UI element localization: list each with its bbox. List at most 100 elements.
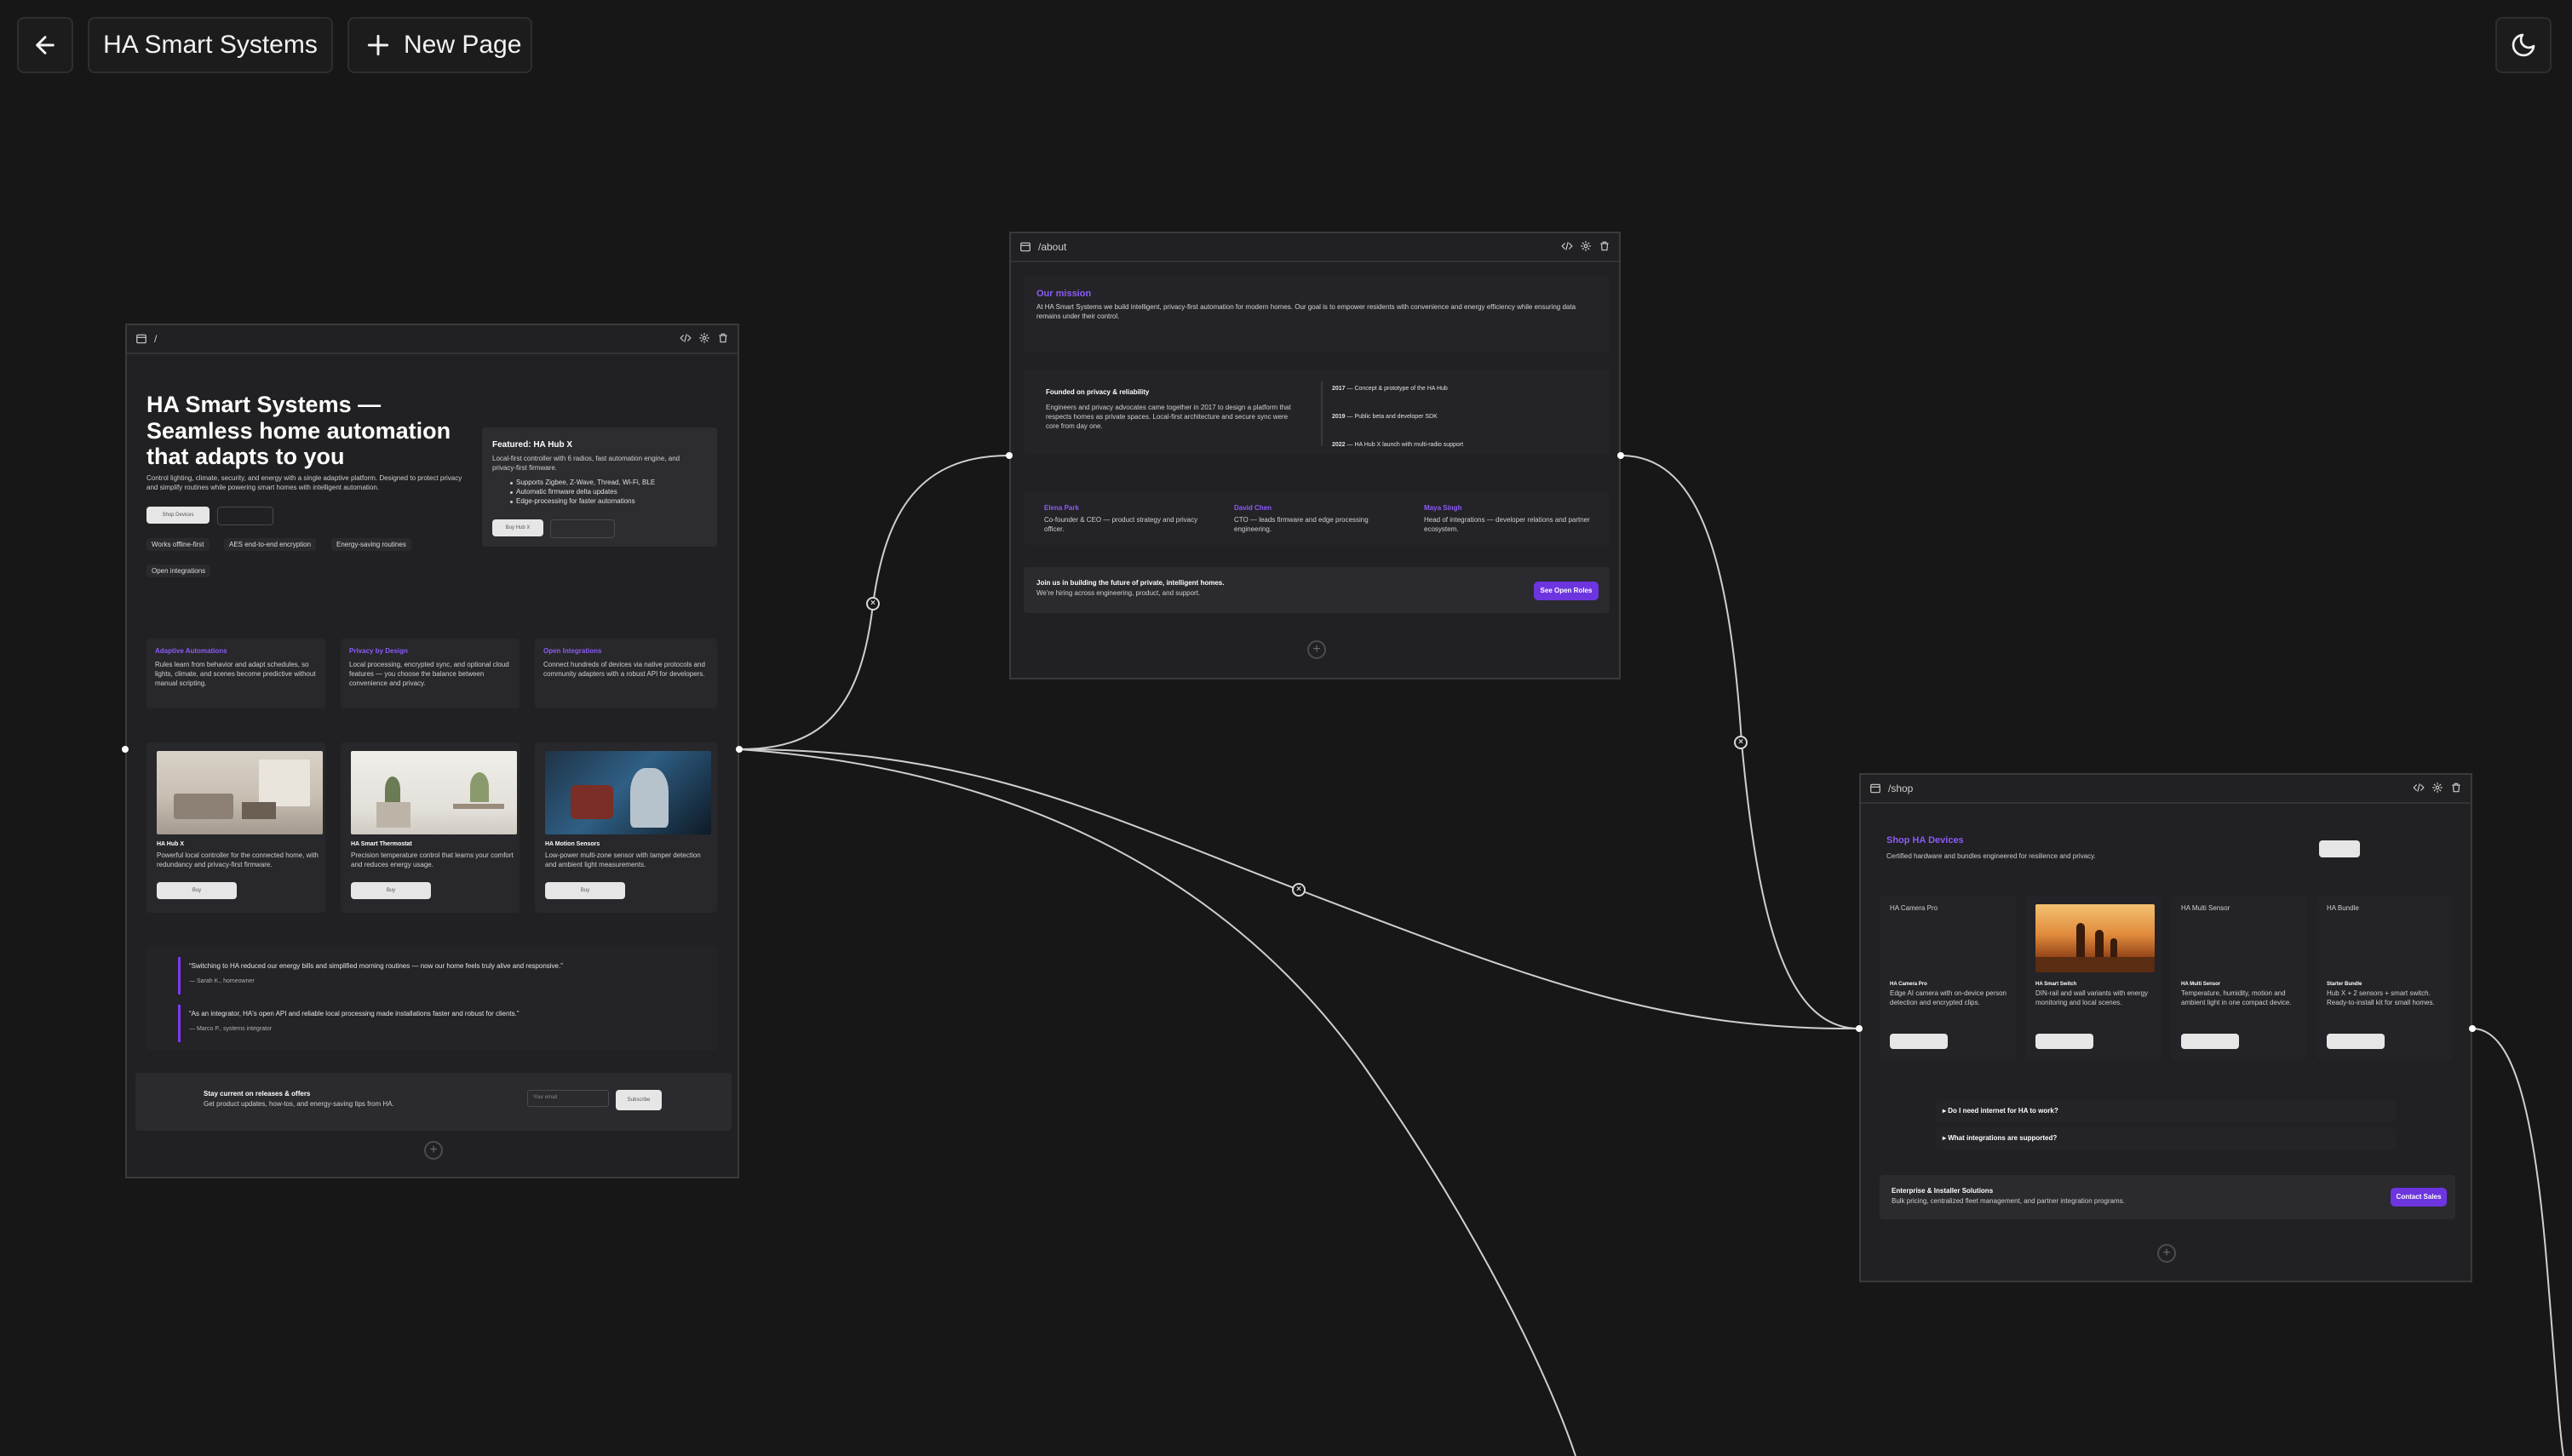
shop-product-card: HA Smart Switch DIN-rail and wall varian… [2025,896,2162,1059]
add-to-cart-button[interactable] [1890,1034,1948,1049]
feature-title: Adaptive Automations [155,647,227,655]
node-handle-right[interactable] [2469,1025,2476,1032]
node-handle-left[interactable] [122,746,129,753]
page-node-shop[interactable]: /shop Shop HA Devices Certified hardware… [1859,773,2472,1282]
settings-icon[interactable] [1580,240,1592,255]
edge-home-offscreen [738,748,1576,1456]
node-handle-left[interactable] [1006,452,1013,459]
founded-section: Founded on privacy & reliability Enginee… [1024,370,1610,455]
shop-product-card: HA Camera Pro HA Camera Pro Edge AI came… [1880,896,2016,1059]
testimonial-quote: “As an integrator, HA's open API and rel… [189,1010,520,1017]
see-open-roles-button[interactable]: See Open Roles [1534,582,1599,600]
faq-item[interactable]: ▸ What integrations are supported? [1936,1127,2396,1149]
product-desc: Hub X + 2 sensors + smart switch. Ready-… [2327,989,2435,1006]
add-to-cart-button[interactable] [2035,1034,2093,1049]
product-name: HA Smart Switch [2035,982,2077,987]
shop-title: Shop HA Devices [1886,835,1964,846]
product-name: HA Smart Thermostat [351,841,412,847]
edge-delete-button[interactable]: × [1292,883,1306,897]
page-node-about[interactable]: /about Our mission At HA Smart Systems w… [1009,232,1621,679]
hero-title: HA Smart Systems — Seamless home automat… [146,392,451,469]
add-section-button[interactable]: + [424,1141,443,1160]
broken-image-alt: HA Multi Sensor [2181,904,2230,912]
page-icon [1020,242,1031,252]
timeline-text: — Concept & prototype of the HA Hub [1345,386,1448,392]
product-name: HA Motion Sensors [545,841,600,847]
new-page-button[interactable]: New Page [347,17,532,73]
shop-devices-button[interactable]: Shop Devices [146,507,210,524]
buy-hub-x-button[interactable]: Buy Hub X [492,519,543,536]
hero-subtitle: Control lighting, climate, security, and… [146,474,462,491]
add-to-cart-button[interactable] [2181,1034,2239,1049]
trash-icon[interactable] [1599,240,1610,255]
feature-card: Privacy by Design Local processing, encr… [341,639,520,708]
trash-icon[interactable] [2450,782,2462,796]
timeline-item: 2019 — Public beta and developer SDK [1332,413,1438,421]
buy-button[interactable]: Buy [351,882,431,899]
feature-desc: Local processing, encrypted sync, and op… [349,661,509,687]
page-node-home[interactable]: / HA Smart Systems — Seamless home autom… [125,324,739,1178]
node-handle-right[interactable] [1617,452,1624,459]
team-name: Maya Singh [1424,504,1462,512]
secondary-hero-button[interactable] [217,507,273,525]
add-to-cart-button[interactable] [2327,1034,2385,1049]
moon-icon [2512,33,2535,57]
node-handle-right[interactable] [736,746,743,753]
careers-subtitle: We're hiring across engineering, product… [1036,589,1201,597]
code-icon[interactable] [680,332,692,347]
back-button[interactable] [17,17,73,73]
team-name: David Chen [1234,504,1272,512]
node-header: /shop [1861,775,2471,804]
enterprise-section: Enterprise & Installer Solutions Bulk pr… [1880,1175,2455,1219]
email-input[interactable]: Your email [527,1090,609,1107]
product-image-plant-room [351,751,517,834]
settings-icon[interactable] [698,332,710,347]
shop-header-button[interactable] [2319,840,2360,857]
shop-product-card: HA Multi Sensor HA Multi Sensor Temperat… [2171,896,2307,1059]
pill-integrations: Open integrations [146,565,211,577]
enterprise-title: Enterprise & Installer Solutions [1892,1187,1994,1195]
faq-question: ▸ What integrations are supported? [1943,1134,2058,1142]
settings-icon[interactable] [2431,782,2443,796]
broken-image-alt: HA Camera Pro [1890,904,1938,912]
feature-desc: Connect hundreds of devices via native p… [543,661,705,678]
careers-title: Join us in building the future of privat… [1036,579,1225,587]
feature-card: Adaptive Automations Rules learn from be… [146,639,325,708]
shop-product-card: HA Bundle Starter Bundle Hub X + 2 senso… [2317,896,2453,1059]
timeline-year: 2019 [1332,414,1346,420]
newsletter-title: Stay current on releases & offers [204,1090,311,1098]
edge-delete-button[interactable]: × [866,597,880,610]
page-icon [136,334,146,344]
testimonial: “Switching to HA reduced our energy bill… [178,957,689,995]
faq-item[interactable]: ▸ Do I need internet for HA to work? [1936,1100,2396,1122]
team-role: Co-founder & CEO — product strategy and … [1044,516,1198,533]
project-name-button[interactable]: HA Smart Systems [88,17,333,73]
bullet-dot [510,501,513,503]
timeline-text: — Public beta and developer SDK [1345,414,1438,420]
bullet-dot [510,491,513,494]
feature-desc: Rules learn from behavior and adapt sche… [155,661,316,687]
node-header: / [127,325,738,354]
node-handle-left[interactable] [1856,1025,1863,1032]
subscribe-button[interactable]: Subscribe [616,1090,662,1110]
buy-button[interactable]: Buy [157,882,237,899]
trash-icon[interactable] [717,332,729,347]
theme-toggle-button[interactable] [2495,17,2552,73]
product-image-technician [545,751,711,834]
broken-image-alt: HA Bundle [2327,904,2359,912]
code-icon[interactable] [1561,240,1573,255]
add-section-button[interactable]: + [1307,640,1326,659]
code-icon[interactable] [2413,782,2425,796]
buy-button[interactable]: Buy [545,882,625,899]
newsletter-subtitle: Get product updates, how-tos, and energy… [204,1100,394,1108]
timeline-divider [1321,381,1323,446]
testimonials-section: “Switching to HA reduced our energy bill… [146,945,717,1051]
product-name: HA Multi Sensor [2181,982,2221,987]
edge-delete-button[interactable]: × [1734,736,1748,749]
node-route: /about [1038,241,1067,253]
contact-sales-button[interactable]: Contact Sales [2391,1188,2447,1207]
node-route: / [154,333,158,345]
node-route: /shop [1888,782,1914,794]
featured-secondary-button[interactable] [550,519,615,538]
add-section-button[interactable]: + [2157,1244,2176,1263]
